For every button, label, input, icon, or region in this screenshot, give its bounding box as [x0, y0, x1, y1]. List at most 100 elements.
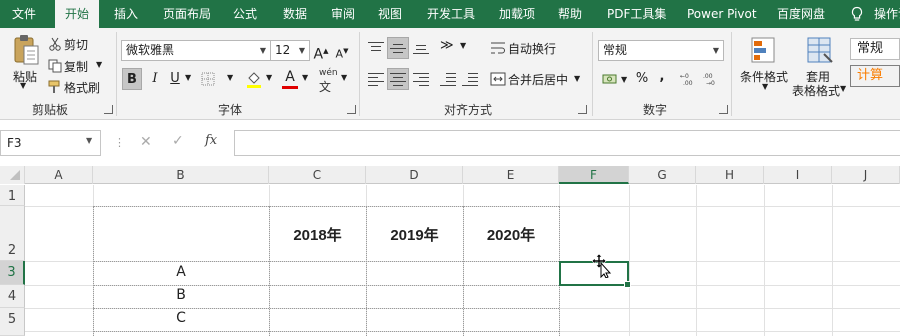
align-right-icon[interactable] [413, 73, 429, 86]
column-header-D[interactable]: D [366, 166, 463, 184]
font-name-combo[interactable]: 微软雅黑 ▼ [121, 40, 271, 61]
tab-insert[interactable]: 插入 [114, 0, 138, 28]
conditional-dropdown-icon[interactable]: ▼ [762, 82, 768, 91]
tab-view[interactable]: 视图 [378, 0, 402, 28]
fill-color-dropdown-icon[interactable]: ▼ [266, 73, 272, 82]
copy-button[interactable]: 复制 [64, 58, 88, 75]
scissors-icon[interactable] [48, 37, 62, 51]
tab-review[interactable]: 审阅 [331, 0, 355, 28]
merge-dropdown-icon[interactable]: ▼ [574, 74, 580, 83]
tab-tell-me[interactable]: 操作说 [874, 0, 900, 28]
row-header-2[interactable]: 2 [0, 206, 25, 261]
column-header-H[interactable]: H [696, 166, 764, 184]
accounting-dropdown-icon[interactable]: ▼ [621, 75, 627, 84]
name-box-dropdown-icon[interactable]: ▼ [86, 136, 92, 145]
column-header-G[interactable]: G [629, 166, 696, 184]
format-painter-button[interactable]: 格式刷 [64, 79, 100, 96]
row-header-3[interactable]: 3 [0, 261, 25, 285]
phonetic-dropdown-icon[interactable]: ▼ [341, 73, 347, 82]
comma-button[interactable]: , [656, 66, 668, 88]
column-header-J[interactable]: J [832, 166, 900, 184]
column-header-I[interactable]: I [764, 166, 832, 184]
select-all-corner[interactable] [0, 166, 25, 184]
tab-help[interactable]: 帮助 [558, 0, 582, 28]
accounting-format-icon[interactable] [602, 72, 618, 86]
format-as-table-label-2[interactable]: 表格格式 [792, 82, 840, 99]
font-dialog-launcher-icon[interactable] [347, 105, 356, 114]
column-header-F[interactable]: F [559, 166, 629, 184]
increase-decimal-icon[interactable]: ←0.00 [680, 72, 698, 86]
row-label-c[interactable]: C [93, 310, 269, 326]
top-align-icon[interactable] [368, 42, 384, 54]
row-label-a[interactable]: A [93, 264, 269, 280]
font-color-dropdown-icon[interactable]: ▼ [302, 73, 308, 82]
percent-button[interactable]: % [634, 68, 650, 90]
enter-icon[interactable]: ✓ [172, 133, 184, 149]
lightbulb-icon[interactable] [849, 6, 865, 22]
alignment-dialog-launcher-icon[interactable] [578, 105, 587, 114]
orientation-dropdown-icon[interactable]: ▼ [460, 41, 466, 50]
conditional-formatting-icon[interactable] [750, 36, 778, 66]
bold-button[interactable]: B [122, 68, 142, 90]
orientation-icon[interactable]: ≫ [440, 38, 454, 53]
grow-font-button[interactable]: A▲ [313, 40, 329, 63]
cut-button[interactable]: 剪切 [64, 36, 88, 53]
decrease-indent-icon[interactable] [440, 73, 456, 86]
copy-dropdown-icon[interactable]: ▼ [96, 60, 102, 69]
tab-formulas[interactable]: 公式 [233, 0, 257, 28]
align-center-button[interactable] [387, 68, 409, 90]
tab-developer[interactable]: 开发工具 [427, 0, 475, 28]
tab-home[interactable]: 开始 [55, 0, 99, 28]
font-color-button[interactable]: A [282, 66, 298, 88]
format-as-table-dropdown-icon[interactable]: ▼ [840, 84, 846, 93]
clipboard-dialog-launcher-icon[interactable] [104, 105, 113, 114]
table-header-2018[interactable]: 2018年 [269, 224, 366, 245]
borders-icon[interactable] [201, 72, 215, 86]
fill-color-icon[interactable] [245, 70, 263, 88]
wrap-text-button[interactable]: 自动换行 [508, 40, 556, 57]
tab-file[interactable]: 文件 [12, 0, 36, 28]
copy-icon[interactable] [48, 59, 62, 73]
wrap-text-icon[interactable] [490, 41, 506, 55]
paste-dropdown-icon[interactable]: ▼ [20, 81, 26, 90]
increase-indent-icon[interactable] [462, 73, 478, 86]
tab-page-layout[interactable]: 页面布局 [163, 0, 211, 28]
underline-button[interactable]: U [167, 68, 183, 90]
borders-dropdown-icon[interactable]: ▼ [227, 73, 233, 82]
column-header-C[interactable]: C [269, 166, 366, 184]
table-header-2019[interactable]: 2019年 [366, 224, 463, 245]
bottom-align-icon[interactable] [413, 42, 429, 54]
tab-pdf-tools[interactable]: PDF工具集 [607, 0, 666, 28]
table-header-2020[interactable]: 2020年 [463, 224, 559, 245]
style-calculation[interactable]: 计算 [850, 65, 900, 87]
underline-dropdown-icon[interactable]: ▼ [185, 73, 191, 82]
number-dialog-launcher-icon[interactable] [719, 105, 728, 114]
align-left-icon[interactable] [368, 73, 384, 86]
tab-addins[interactable]: 加载项 [499, 0, 535, 28]
shrink-font-button[interactable]: A▼ [334, 40, 350, 62]
row-header-1[interactable]: 1 [0, 185, 25, 206]
paste-icon[interactable] [12, 34, 40, 66]
font-size-combo[interactable]: 12 ▼ [270, 40, 310, 61]
tab-baidu-netdisk[interactable]: 百度网盘 [777, 0, 825, 28]
merge-center-icon[interactable] [490, 72, 506, 86]
worksheet-grid[interactable]: A B C D E F G H I J 1 2 3 4 5 2018年 2019… [0, 166, 900, 336]
formula-input[interactable] [234, 130, 900, 156]
style-normal[interactable]: 常规 [850, 38, 900, 60]
decrease-decimal-icon[interactable]: .00→0 [703, 72, 721, 86]
row-header-4[interactable]: 4 [0, 285, 25, 308]
middle-align-button[interactable] [387, 37, 409, 59]
cancel-icon[interactable]: ✕ [140, 134, 152, 150]
insert-function-icon[interactable]: fx [205, 133, 217, 148]
tab-power-pivot[interactable]: Power Pivot [687, 0, 757, 28]
italic-button[interactable]: I [146, 68, 164, 90]
merge-center-button[interactable]: 合并后居中 [508, 71, 568, 88]
format-painter-icon[interactable] [48, 80, 62, 94]
column-header-B[interactable]: B [93, 166, 269, 184]
format-as-table-icon[interactable] [806, 36, 834, 66]
phonetic-icon[interactable]: wén 文 [319, 68, 338, 95]
column-header-A[interactable]: A [25, 166, 93, 184]
column-header-E[interactable]: E [463, 166, 559, 184]
row-header-5[interactable]: 5 [0, 308, 25, 336]
number-format-combo[interactable]: 常规 ▼ [598, 40, 724, 61]
